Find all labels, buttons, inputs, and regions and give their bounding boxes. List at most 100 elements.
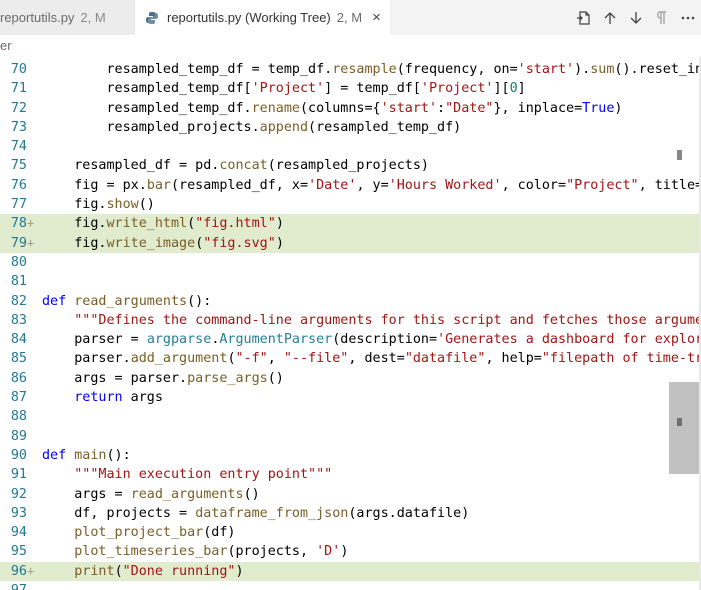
line-number: 72 xyxy=(10,100,27,116)
code-editor[interactable]: 70 resampled_temp_df = temp_df.resample(… xyxy=(0,57,701,590)
line-number: 94 xyxy=(10,525,27,541)
code-text: """Defines the command-line arguments fo… xyxy=(74,312,701,328)
code-line[interactable]: 79 + fig.write_image("fig.svg") xyxy=(0,233,701,253)
code-line[interactable]: 77 fig.show() xyxy=(0,195,701,214)
open-changes-icon[interactable] xyxy=(571,5,597,31)
code-line[interactable]: 81 xyxy=(0,272,701,291)
code-line[interactable]: 87 return args xyxy=(0,388,701,407)
line-number: 70 xyxy=(10,62,27,77)
code-line[interactable]: 86 args = parser.parse_args() xyxy=(0,369,701,388)
code-text: fig.write_image("fig.svg") xyxy=(42,235,284,251)
line-number: 81 xyxy=(10,274,27,290)
code-text: resampled_temp_df = temp_df.resample(fre… xyxy=(42,62,701,77)
code-line[interactable]: 90 def main(): xyxy=(0,446,701,465)
code-line[interactable]: 83 """Defines the command-line arguments… xyxy=(0,311,701,330)
line-number: 92 xyxy=(10,486,27,502)
line-number: 85 xyxy=(10,351,27,367)
overview-ruler-marker xyxy=(677,418,682,426)
tab-status: 2, M xyxy=(80,10,106,25)
code-text: def main(): xyxy=(42,447,131,463)
line-number: 80 xyxy=(10,254,27,270)
code-line[interactable]: 93 df, projects = dataframe_from_json(ar… xyxy=(0,504,701,523)
code-text: args = parser.parse_args() xyxy=(42,370,284,386)
code-text: """Main execution entry point""" xyxy=(74,467,333,483)
next-change-icon[interactable] xyxy=(623,5,649,31)
code-text: plot_timeseries_bar(projects, 'D') xyxy=(74,544,349,560)
previous-change-icon[interactable] xyxy=(597,5,623,31)
line-number: 97 xyxy=(0,581,27,590)
line-number: 76 xyxy=(10,177,27,193)
tab-bar: reportutils.py 2, M reportutils.py (Work… xyxy=(0,0,701,35)
line-number: 71 xyxy=(10,81,27,97)
line-number: 95 xyxy=(10,544,27,560)
code-line[interactable]: 91 """Main execution entry point""" xyxy=(0,465,701,484)
code-line[interactable]: 88 xyxy=(0,407,701,426)
code-line[interactable]: 71 resampled_temp_df['Project'] = temp_d… xyxy=(0,79,701,98)
line-number: 77 xyxy=(10,197,27,213)
code-text: return args xyxy=(74,390,163,406)
overview-ruler-marker xyxy=(677,150,682,160)
code-text: args = read_arguments() xyxy=(42,486,260,502)
code-text: resampled_projects.append(resampled_temp… xyxy=(42,119,462,135)
tab-status: 2, M xyxy=(336,10,363,25)
code-line[interactable]: 82 def read_arguments(): xyxy=(0,292,701,311)
code-line[interactable]: 97 xyxy=(0,581,701,590)
code-line[interactable]: 85 parser.add_argument("-f", "--file", d… xyxy=(0,349,701,368)
code-line[interactable]: 80 xyxy=(0,253,701,272)
scrollbar-thumb[interactable] xyxy=(669,382,701,474)
code-line[interactable]: 78 + fig.write_html("fig.html") xyxy=(0,214,701,234)
line-number: 82 xyxy=(10,293,27,309)
code-text: parser = argparse.ArgumentParser(descrip… xyxy=(42,332,701,348)
line-number: 90 xyxy=(10,447,27,463)
editor-actions xyxy=(571,0,701,35)
code-text: df, projects = dataframe_from_json(args.… xyxy=(42,505,470,521)
code-line[interactable]: 95 plot_timeseries_bar(projects, 'D') xyxy=(0,542,701,561)
line-number: 93 xyxy=(10,505,27,521)
code-line[interactable]: 94 plot_project_bar(df) xyxy=(0,523,701,542)
line-number: 86 xyxy=(10,370,27,386)
code-line[interactable]: 74 xyxy=(0,137,701,156)
diff-added-marker: + xyxy=(27,216,35,231)
line-number: 91 xyxy=(10,467,27,483)
code-text: parser.add_argument("-f", "--file", dest… xyxy=(42,351,701,367)
line-number: 83 xyxy=(10,312,27,328)
code-line[interactable]: 84 parser = argparse.ArgumentParser(desc… xyxy=(0,330,701,349)
code-line[interactable]: 92 args = read_arguments() xyxy=(0,485,701,504)
line-number: 88 xyxy=(10,409,27,425)
code-text: resampled_temp_df['Project'] = temp_df['… xyxy=(42,81,526,97)
code-line[interactable]: 76 fig = px.bar(resampled_df, x='Date', … xyxy=(0,176,701,195)
diff-added-marker: + xyxy=(27,235,35,250)
tab-label: reportutils.py (Working Tree) xyxy=(167,10,331,25)
code-text: print("Done running") xyxy=(74,563,244,579)
code-text: plot_project_bar(df) xyxy=(74,525,236,541)
code-text: fig.write_html("fig.html") xyxy=(42,216,284,232)
code-line[interactable]: 96 + print("Done running") xyxy=(0,561,701,582)
code-line[interactable]: 89 xyxy=(0,427,701,446)
line-number: 89 xyxy=(10,428,27,444)
code-text: resampled_temp_df.rename(columns={'start… xyxy=(42,100,623,116)
code-line[interactable]: 75 resampled_df = pd.concat(resampled_pr… xyxy=(0,156,701,175)
python-file-icon xyxy=(145,11,159,25)
code-line[interactable]: 70 resampled_temp_df = temp_df.resample(… xyxy=(0,60,701,79)
line-number: 96 xyxy=(10,563,27,579)
breadcrumb[interactable]: er xyxy=(0,35,701,57)
code-text: fig = px.bar(resampled_df, x='Date', y='… xyxy=(42,177,701,193)
tab-reportutils-head[interactable]: reportutils.py 2, M xyxy=(0,0,134,35)
line-number: 73 xyxy=(10,119,27,135)
more-actions-icon[interactable] xyxy=(675,5,701,31)
code-text: resampled_df = pd.concat(resampled_proje… xyxy=(42,158,429,174)
code-text: fig.show() xyxy=(42,197,155,213)
close-icon[interactable]: × xyxy=(372,9,381,26)
code-line[interactable]: 72 resampled_temp_df.rename(columns={'st… xyxy=(0,99,701,118)
tab-label: reportutils.py xyxy=(0,10,75,25)
line-number: 79 xyxy=(10,235,27,251)
line-number: 87 xyxy=(10,390,27,406)
code-line[interactable]: 73 resampled_projects.append(resampled_t… xyxy=(0,118,701,137)
diff-added-marker: + xyxy=(27,563,35,578)
line-number: 84 xyxy=(10,332,27,348)
code-text: def read_arguments(): xyxy=(42,293,212,309)
tab-reportutils-working-tree[interactable]: reportutils.py (Working Tree) 2, M × xyxy=(134,0,390,35)
line-number: 78 xyxy=(10,216,27,232)
show-whitespace-icon[interactable] xyxy=(649,5,675,31)
line-number: 75 xyxy=(10,158,27,174)
